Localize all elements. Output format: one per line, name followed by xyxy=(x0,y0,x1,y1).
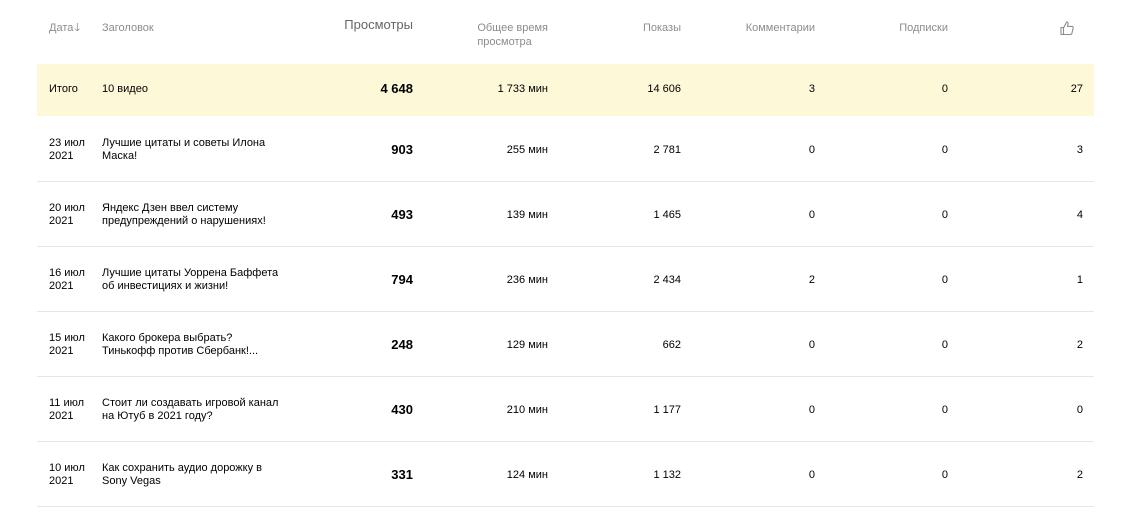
row-comments: 0 xyxy=(808,339,815,351)
thumbs-up-icon[interactable] xyxy=(1059,20,1075,36)
total-label: Итого xyxy=(49,83,78,95)
row-subscriptions: 0 xyxy=(941,274,948,286)
row-views: 903 xyxy=(391,142,413,157)
row-likes: 2 xyxy=(1076,339,1083,351)
row-comments: 0 xyxy=(808,404,815,416)
row-date: 16 июл 2021 xyxy=(49,267,85,292)
row-likes: 0 xyxy=(1076,404,1083,416)
column-header-watch-time-line2: просмотра xyxy=(477,36,532,48)
row-watch-time: 255 мин xyxy=(506,144,548,156)
row-watch-time: 129 мин xyxy=(506,339,548,351)
table-row[interactable]: 10 июл 2021 Как сохранить аудио дорожку в… xyxy=(37,442,1094,507)
row-date: 11 июл 2021 xyxy=(49,397,85,422)
total-row: Итого 10 видео 4 648 1 733 мин 14 606 3 … xyxy=(37,64,1094,116)
row-subscriptions: 0 xyxy=(941,209,948,221)
row-date: 15 июл 2021 xyxy=(49,332,85,357)
row-date: 10 июл 2021 xyxy=(49,462,85,487)
total-title: 10 видео xyxy=(102,83,148,95)
column-header-views[interactable]: Просмотры xyxy=(344,18,413,32)
row-shows: 1 177 xyxy=(653,404,681,416)
row-likes: 1 xyxy=(1076,274,1083,286)
row-likes: 2 xyxy=(1076,469,1083,481)
table-row[interactable]: 20 июл 2021 Яндекс Дзен ввел систему преду… xyxy=(37,182,1094,247)
table-row[interactable]: 15 июл 2021 Какого брокера выбрать? Тинько… xyxy=(37,312,1094,377)
stats-table: Дата🡓 Заголовок Просмотры Общее время пр… xyxy=(37,0,1094,507)
table-row[interactable]: 11 июл 2021 Стоит ли создавать игровой ка… xyxy=(37,377,1094,442)
total-shows: 14 606 xyxy=(647,83,681,95)
row-subscriptions: 0 xyxy=(941,144,948,156)
row-watch-time: 236 мин xyxy=(506,274,548,286)
row-subscriptions: 0 xyxy=(941,404,948,416)
column-header-subscriptions[interactable]: Подписки xyxy=(899,21,948,35)
row-comments: 0 xyxy=(808,144,815,156)
total-likes: 27 xyxy=(1070,83,1083,95)
column-header-date[interactable]: Дата🡓 xyxy=(49,21,80,35)
column-header-title[interactable]: Заголовок xyxy=(102,21,154,35)
row-subscriptions: 0 xyxy=(941,339,948,351)
row-title-link[interactable]: Лучшие цитаты и советы Илона Маска! xyxy=(102,137,287,163)
row-likes: 4 xyxy=(1076,209,1083,221)
row-shows: 662 xyxy=(662,339,681,351)
row-shows: 1 465 xyxy=(653,209,681,221)
row-watch-time: 139 мин xyxy=(506,209,548,221)
row-views: 430 xyxy=(391,402,413,417)
row-views: 493 xyxy=(391,207,413,222)
column-header-comments[interactable]: Комментарии xyxy=(746,21,815,35)
row-comments: 0 xyxy=(808,469,815,481)
row-title-link[interactable]: Стоит ли создавать игровой канал на Ютуб … xyxy=(102,397,287,423)
row-shows: 2 434 xyxy=(653,274,681,286)
row-views: 248 xyxy=(391,337,413,352)
row-subscriptions: 0 xyxy=(941,469,948,481)
row-shows: 2 781 xyxy=(653,144,681,156)
table-row[interactable]: 23 июл 2021 Лучшие цитаты и советы Илона М… xyxy=(37,117,1094,182)
total-watch-time: 1 733 мин xyxy=(497,83,548,95)
row-title-link[interactable]: Яндекс Дзен ввел систему предупреждений о… xyxy=(102,202,287,228)
column-header-watch-time[interactable]: Общее время просмотра xyxy=(477,21,548,49)
row-views: 331 xyxy=(391,467,413,482)
row-likes: 3 xyxy=(1076,144,1083,156)
row-title-link[interactable]: Как сохранить аудио дорожку в Sony Vegas xyxy=(102,462,287,488)
row-date: 20 июл 2021 xyxy=(49,202,85,227)
total-subscriptions: 0 xyxy=(941,83,948,95)
row-watch-time: 124 мин xyxy=(506,469,548,481)
arrow-down-icon: 🡓 xyxy=(74,22,81,34)
row-comments: 0 xyxy=(808,209,815,221)
table-row[interactable]: 16 июл 2021 Лучшие цитаты Уоррена Баффета… xyxy=(37,247,1094,312)
row-watch-time: 210 мин xyxy=(506,404,548,416)
row-title-link[interactable]: Какого брокера выбрать? Тинькофф против С… xyxy=(102,332,287,358)
row-comments: 2 xyxy=(808,274,815,286)
table-header: Дата🡓 Заголовок Просмотры Общее время пр… xyxy=(37,0,1094,64)
row-views: 794 xyxy=(391,272,413,287)
column-header-watch-time-line1: Общее время xyxy=(477,22,548,34)
row-title-link[interactable]: Лучшие цитаты Уоррена Баффета об инвестиц… xyxy=(102,267,287,293)
row-shows: 1 132 xyxy=(653,469,681,481)
column-header-shows[interactable]: Показы xyxy=(643,21,681,35)
total-comments: 3 xyxy=(808,83,815,95)
total-views: 4 648 xyxy=(380,81,413,96)
row-date: 23 июл 2021 xyxy=(49,137,85,162)
column-header-date-label: Дата xyxy=(49,22,74,34)
